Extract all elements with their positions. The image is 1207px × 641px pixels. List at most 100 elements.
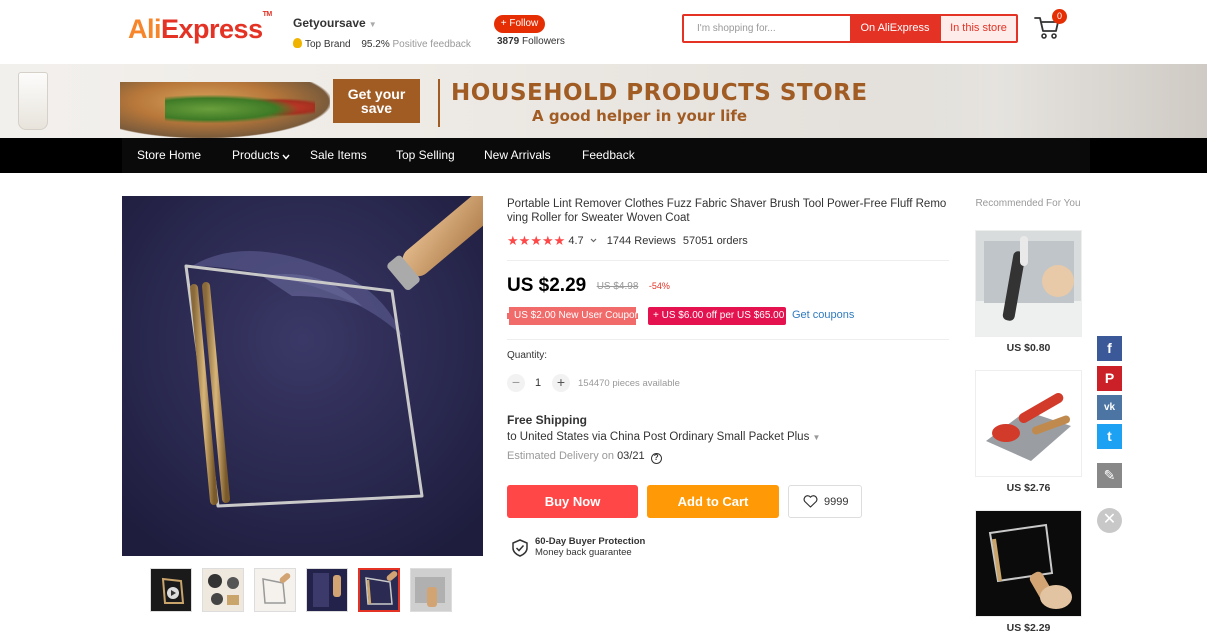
- chevron-down-icon: ▼: [368, 20, 377, 29]
- shipping-method[interactable]: to United States via China Post Ordinary…: [507, 431, 820, 443]
- search-input[interactable]: [684, 16, 850, 41]
- quantity-label: Quantity:: [507, 350, 548, 361]
- wishlist-button[interactable]: 9999: [788, 485, 862, 518]
- quantity-available: 154470 pieces available: [578, 378, 680, 389]
- thumbnail-6[interactable]: [410, 568, 452, 612]
- get-coupons-link[interactable]: Get coupons: [792, 309, 854, 321]
- help-icon[interactable]: ?: [650, 453, 662, 464]
- store-name[interactable]: Getyoursave ▼: [293, 16, 471, 30]
- store-coupon[interactable]: + US $6.00 off per US $65.00: [648, 307, 786, 325]
- logo-ali: Ali: [128, 14, 162, 44]
- protection-subtitle: Money back guarantee: [535, 547, 632, 558]
- recommended-item-image[interactable]: [975, 510, 1082, 617]
- quantity-decrease-button[interactable]: −: [507, 374, 525, 392]
- star-icon: ★: [553, 233, 566, 248]
- pinterest-share-button[interactable]: P: [1097, 366, 1122, 391]
- banner-subtitle: A good helper in your life: [532, 107, 748, 125]
- original-price: US $4.98: [596, 280, 639, 292]
- banner-badge-line1: Get your: [347, 86, 406, 102]
- search-box: On AliExpress In this store: [682, 14, 1018, 43]
- facebook-icon: f: [1107, 340, 1112, 356]
- store-nav-inner: Store Home Products Sale Items Top Selli…: [122, 138, 1090, 173]
- recommended-item[interactable]: US $2.29: [975, 510, 1082, 634]
- thumbnail-4[interactable]: [306, 568, 348, 612]
- banner-vegetables-image: [165, 92, 315, 126]
- add-to-cart-button[interactable]: Add to Cart: [647, 485, 779, 518]
- reviews-link[interactable]: 1744 Reviews: [607, 235, 676, 247]
- product-main-image[interactable]: [122, 196, 483, 556]
- nav-top-selling[interactable]: Top Selling: [396, 138, 455, 173]
- store-name-text: Getyoursave: [293, 16, 366, 30]
- search-on-aliexpress-button[interactable]: On AliExpress: [850, 16, 940, 41]
- shipping-method-text: to United States via China Post Ordinary…: [507, 431, 810, 443]
- thumbnail-strip: [150, 568, 455, 612]
- wishlist-count: 9999: [824, 496, 849, 508]
- banner-window-decoration: [860, 64, 1207, 138]
- heart-icon: [803, 495, 818, 508]
- orders-count: 57051 orders: [682, 235, 748, 247]
- rating-row: ★★★★★ 4.7 1744 Reviews 57051 orders: [507, 233, 748, 249]
- followers-number: 3879: [497, 36, 520, 47]
- estimated-delivery: Estimated Delivery on 03/21 ?: [507, 450, 662, 464]
- nav-new-arrivals[interactable]: New Arrivals: [484, 138, 551, 173]
- search-in-store-button[interactable]: In this store: [940, 16, 1016, 41]
- recommended-item-price: US $2.29: [1006, 622, 1051, 634]
- cart-count-badge: 0: [1052, 9, 1067, 24]
- nav-feedback[interactable]: Feedback: [582, 138, 635, 173]
- nav-store-home[interactable]: Store Home: [137, 138, 201, 173]
- store-nav: Store Home Products Sale Items Top Selli…: [0, 138, 1207, 173]
- recommended-item-price: US $2.76: [1006, 482, 1051, 494]
- current-price: US $2.29: [507, 275, 587, 296]
- divider: [507, 260, 949, 261]
- twitter-icon: t: [1107, 428, 1112, 444]
- feedback-percent: 95.2%: [361, 39, 390, 50]
- banner-glass-decoration: [18, 72, 48, 130]
- chevron-down-icon: [282, 154, 290, 160]
- pinterest-icon: P: [1104, 370, 1115, 386]
- followers-label: Followers: [522, 36, 565, 47]
- follow-button[interactable]: + Follow: [494, 15, 545, 33]
- store-banner[interactable]: Get your save HOUSEHOLD PRODUCTS STORE A…: [0, 64, 1207, 138]
- discount-badge: -54%: [648, 281, 670, 291]
- twitter-share-button[interactable]: t: [1097, 424, 1122, 449]
- rating-stars[interactable]: ★★★★★: [507, 233, 565, 249]
- close-icon: ✕: [1102, 511, 1117, 528]
- recommended-item-image[interactable]: [975, 370, 1082, 477]
- vk-icon: vk: [1103, 402, 1116, 413]
- delivery-date: 03/21: [617, 450, 645, 462]
- medal-icon: [293, 38, 302, 48]
- top-brand-badge: Top Brand: [305, 39, 351, 50]
- recommended-item-image[interactable]: [975, 230, 1082, 337]
- nav-sale-items[interactable]: Sale Items: [310, 138, 367, 173]
- chevron-down-icon: ▼: [812, 433, 821, 442]
- recommended-title: Recommended For You: [975, 198, 1081, 209]
- star-icon: ★: [507, 233, 519, 248]
- chevron-down-icon: [590, 238, 597, 243]
- recommended-item[interactable]: US $2.76: [975, 370, 1082, 494]
- followers-count: 3879 Followers: [497, 36, 565, 47]
- banner-title: HOUSEHOLD PRODUCTS STORE: [451, 80, 868, 106]
- shipping-title: Free Shipping: [507, 413, 588, 427]
- aliexpress-logo[interactable]: AliExpressTM: [128, 11, 272, 45]
- thumbnail-5[interactable]: [358, 568, 400, 612]
- thumbnail-2[interactable]: [202, 568, 244, 612]
- buyer-protection: 60-Day Buyer Protection Money back guara…: [512, 536, 662, 560]
- quantity-increase-button[interactable]: +: [552, 374, 570, 392]
- thumbnail-3[interactable]: [254, 568, 296, 612]
- recommended-item[interactable]: US $0.80: [975, 230, 1082, 354]
- new-user-coupon[interactable]: US $2.00 New User Coupon: [507, 307, 640, 325]
- star-icon: ★: [518, 233, 531, 248]
- cart-button[interactable]: 0: [1032, 9, 1067, 42]
- quantity-value[interactable]: 1: [535, 377, 541, 389]
- facebook-share-button[interactable]: f: [1097, 336, 1122, 361]
- edit-button[interactable]: ✎: [1097, 463, 1122, 488]
- thumbnail-1[interactable]: [150, 568, 192, 612]
- banner-badge-line2: save: [360, 100, 393, 116]
- vk-share-button[interactable]: vk: [1097, 395, 1122, 420]
- buy-now-button[interactable]: Buy Now: [507, 485, 638, 518]
- star-icon: ★: [530, 233, 542, 248]
- divider: [507, 339, 949, 340]
- price-row: US $2.29 US $4.98 -54%: [507, 275, 670, 297]
- close-share-button[interactable]: ✕: [1097, 508, 1122, 533]
- nav-products[interactable]: Products: [232, 138, 290, 173]
